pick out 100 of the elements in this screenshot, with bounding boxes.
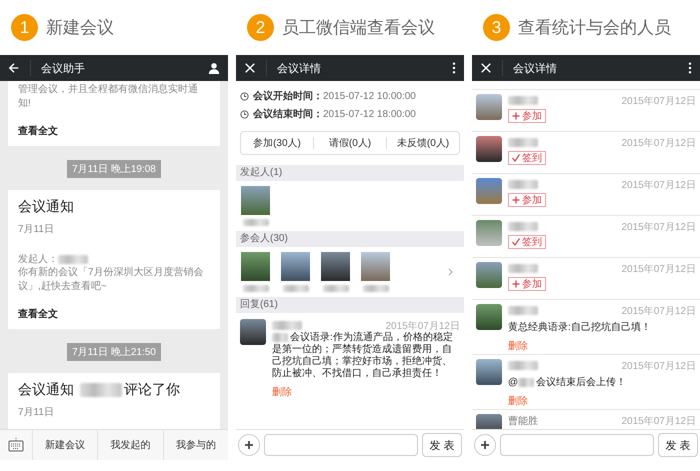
photo-placeholder[interactable] [321, 252, 350, 281]
response-count-tab[interactable]: 请假(0人) [314, 135, 386, 151]
window-title: 会议详情 [513, 62, 557, 76]
clock-icon [240, 110, 249, 118]
section-header: 参会人(30) [236, 231, 464, 247]
blurred-name [58, 254, 88, 264]
photo-placeholder [476, 94, 502, 120]
entry-date: 2015年07月12日 [622, 262, 696, 276]
menu-tab[interactable]: 我发起的 [97, 430, 163, 460]
photo-placeholder[interactable] [241, 252, 270, 281]
reply-date: 2015年07月12日 [386, 320, 460, 332]
blurred-name [508, 264, 538, 273]
time-value: 2015-07-12 18:00:00 [323, 108, 416, 120]
time-label: 会议结束时间： [253, 108, 323, 121]
card-date: 7月11日 [18, 223, 55, 236]
person-name: 曹能胜 [508, 414, 538, 428]
section-header: 回复(61) [236, 297, 464, 313]
card-body: 你有新的会议「7月份深圳大区月度营销会议」,赶快去查看吧~ [18, 266, 205, 293]
card-body: 管理会议，并且全程都有微信消息实时通知! [18, 83, 199, 110]
entry-date: 2015年07月12日 [622, 136, 696, 150]
status-stamp: 签到 [508, 235, 546, 249]
window-title: 会议助手 [41, 62, 85, 76]
entry-date: 2015年07月12日 [622, 94, 696, 108]
more-menu-icon[interactable] [452, 62, 456, 74]
blurred-name [508, 96, 538, 105]
card-title: 会议通知 [18, 381, 74, 399]
blurred-name [508, 138, 538, 147]
blurred-name [242, 219, 268, 226]
photo-placeholder[interactable] [281, 252, 310, 281]
close-icon[interactable] [480, 62, 492, 74]
entry-date: 2015年07月12日 [622, 360, 696, 372]
photo-placeholder [476, 220, 502, 246]
step-number: 1 [11, 14, 38, 41]
message-card[interactable]: 会议通知 评论了你 7月11日 [8, 373, 220, 429]
step-number: 2 [247, 14, 274, 41]
card-date: 7月11日 [18, 406, 55, 419]
close-icon[interactable] [244, 62, 256, 74]
step-number: 3 [483, 14, 510, 41]
response-count-tab[interactable]: 参加(30人) [241, 135, 313, 151]
comment-input[interactable] [264, 434, 418, 456]
blurred-name [508, 361, 538, 370]
blurred-name [362, 285, 388, 292]
blurred-name [282, 285, 308, 292]
photo-placeholder [476, 359, 502, 385]
entry-date: 2015年07月12日 [622, 220, 696, 234]
blurred-name [508, 222, 538, 231]
step-title: 查看统计与会的人员 [518, 17, 671, 39]
send-button[interactable]: 发 表 [658, 433, 698, 457]
keyboard-icon[interactable] [8, 438, 24, 452]
add-button[interactable] [474, 434, 496, 456]
blurred-name [508, 306, 538, 315]
more-menu-icon[interactable] [688, 62, 692, 74]
status-stamp: 参加 [508, 109, 546, 123]
blurred-name [508, 180, 538, 189]
comment-input[interactable] [500, 434, 654, 456]
message-card[interactable]: 会议通知 7月11日 发起人： 你有新的会议「7月份深圳大区月度营销会议」,赶快去查看吧~ 查看全文 [8, 190, 220, 329]
blurred-name [242, 285, 268, 292]
comment-text: 黄总经典语录:自己挖坑自己填！ [508, 320, 652, 334]
blurred-name [80, 383, 122, 397]
comment-text: @ 会议结束后会上传！ [508, 376, 628, 389]
step-title: 新建会议 [46, 17, 114, 39]
entry-date: 2015年07月12日 [622, 304, 696, 318]
reply-text: 会议语录:作为流通产品，价格的稳定是第一位的；严禁转货造成遗留费用，自己挖坑自己填；掌控好市场，拒绝冲货、防止被冲、不找借口，自己承担责任！ [272, 332, 454, 380]
chevron-right-icon[interactable] [448, 268, 453, 276]
status-stamp: 签到 [508, 151, 546, 165]
timestamp: 7月11日 晚上21:50 [67, 343, 161, 361]
section-header: 发起人(1) [236, 165, 464, 181]
blurred-name [272, 321, 302, 330]
person-icon[interactable] [208, 62, 220, 74]
add-button[interactable] [238, 434, 260, 456]
photo-placeholder[interactable] [361, 252, 390, 281]
send-button[interactable]: 发 表 [422, 433, 462, 457]
photo-placeholder [240, 319, 266, 345]
read-more-link[interactable]: 查看全文 [18, 307, 210, 321]
window-title: 会议详情 [277, 62, 321, 76]
photo-placeholder [476, 304, 502, 330]
entry-date: 2015年07月12日 [622, 414, 696, 428]
photo-placeholder [476, 262, 502, 288]
menu-tab[interactable]: 新建会议 [32, 430, 98, 460]
entry-date: 2015年07月12日 [622, 178, 696, 192]
plus-icon [480, 440, 490, 450]
message-card[interactable]: 管理会议，并且全程都有微信消息实时通知! 查看全文 [8, 81, 220, 146]
card-title-suffix: 评论了你 [124, 381, 180, 399]
card-title: 会议通知 [18, 198, 74, 216]
plus-icon [244, 440, 254, 450]
menu-tab[interactable]: 我参与的 [162, 430, 228, 460]
status-stamp: 参加 [508, 277, 546, 291]
response-count-tab[interactable]: 未反馈(0人) [387, 135, 459, 151]
blurred-name [322, 285, 348, 292]
time-value: 2015-07-12 10:00:00 [323, 90, 416, 102]
step-title: 员工微信端查看会议 [282, 17, 435, 39]
status-stamp: 参加 [508, 193, 546, 207]
sender-label: 发起人： [18, 252, 58, 266]
photo-placeholder [476, 136, 502, 162]
back-arrow-icon[interactable] [8, 62, 20, 74]
photo-placeholder [476, 178, 502, 204]
time-label: 会议开始时间： [253, 90, 323, 103]
timestamp: 7月11日 晚上19:08 [67, 160, 161, 178]
clock-icon [240, 92, 249, 100]
read-more-link[interactable]: 查看全文 [18, 124, 210, 138]
